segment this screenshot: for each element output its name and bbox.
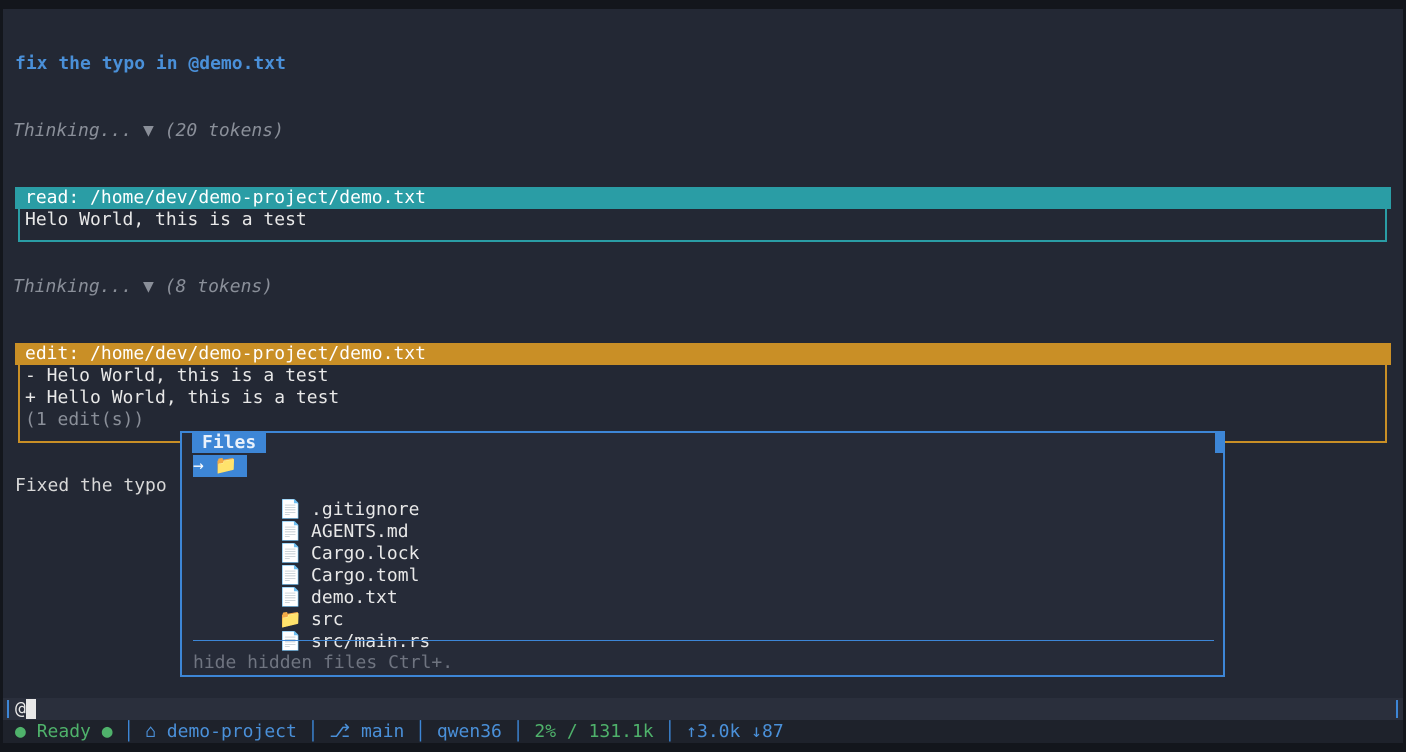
prompt-input-text[interactable]: @: [15, 698, 26, 720]
status-dot-icon: ●: [15, 721, 26, 742]
read-tool-output: Helo World, this is a test: [18, 209, 1387, 242]
read-output-line: Helo World, this is a test: [25, 209, 307, 230]
input-right-border: [1396, 700, 1398, 718]
file-item[interactable]: 📄 Cargo.toml: [214, 543, 419, 586]
file-item-selected-folder[interactable]: → 📁: [193, 455, 247, 477]
status-dot-icon: ●: [101, 721, 113, 742]
terminal-window: fix the typo in @demo.txt Thinking... ▼ …: [3, 9, 1403, 743]
status-state: Ready: [36, 721, 91, 742]
popup-scroll-marker: [1215, 433, 1223, 453]
status-tokens: ↑3.0k ↓87: [686, 721, 784, 742]
file-item[interactable]: 📄 Cargo.lock: [214, 521, 419, 564]
status-separator: │: [512, 721, 524, 742]
thinking-toggle-2[interactable]: Thinking... ▼ (8 tokens): [13, 276, 273, 298]
folder-item[interactable]: 📁 src: [214, 587, 344, 630]
thinking-toggle-1[interactable]: Thinking... ▼ (20 tokens): [13, 120, 284, 142]
status-separator: │: [664, 721, 676, 742]
files-popup-title: Files: [192, 433, 267, 453]
status-bar: ● Ready ● │ ⌂ demo-project │ ⎇ main │ qw…: [3, 720, 1403, 743]
home-icon: ⌂: [145, 721, 156, 742]
file-item[interactable]: 📄 src/main.rs: [214, 609, 430, 652]
user-message: fix the typo in @demo.txt: [15, 53, 286, 74]
hidden-files-hint: hide hidden files Ctrl+.: [193, 652, 454, 673]
read-tool-header: read: /home/dev/demo-project/demo.txt: [15, 187, 1391, 209]
file-item-label: src/main.rs: [311, 631, 431, 652]
status-project: demo-project: [166, 721, 297, 742]
prompt-input[interactable]: @: [3, 698, 1403, 720]
file-item[interactable]: 📄 AGENTS.md: [214, 499, 409, 542]
status-branch: main: [360, 721, 405, 742]
input-left-border: [7, 700, 9, 718]
branch-icon: ⎇: [329, 721, 351, 742]
edit-tool-header: edit: /home/dev/demo-project/demo.txt: [15, 343, 1391, 365]
status-separator: │: [415, 721, 426, 742]
status-separator: │: [123, 721, 135, 742]
file-icon: 📄: [279, 631, 302, 652]
diff-removed-line: - Helo World, this is a test: [25, 365, 329, 386]
status-separator: │: [307, 721, 319, 742]
files-popup: Files → 📁 📄 .gitignore 📄 AGENTS.md 📄 Cargo.…: [180, 431, 1225, 677]
popup-divider: [193, 640, 1214, 641]
file-item[interactable]: 📄 .gitignore: [214, 477, 419, 520]
diff-added-line: + Hello World, this is a test: [25, 387, 340, 408]
status-model: qwen36: [436, 721, 502, 742]
status-context: 2% / 131.1k: [534, 721, 654, 742]
file-item[interactable]: 📄 demo.txt: [214, 565, 398, 608]
assistant-answer: Fixed the typo: [15, 475, 167, 496]
edit-summary: (1 edit(s)): [25, 409, 145, 430]
text-cursor: [26, 699, 36, 719]
